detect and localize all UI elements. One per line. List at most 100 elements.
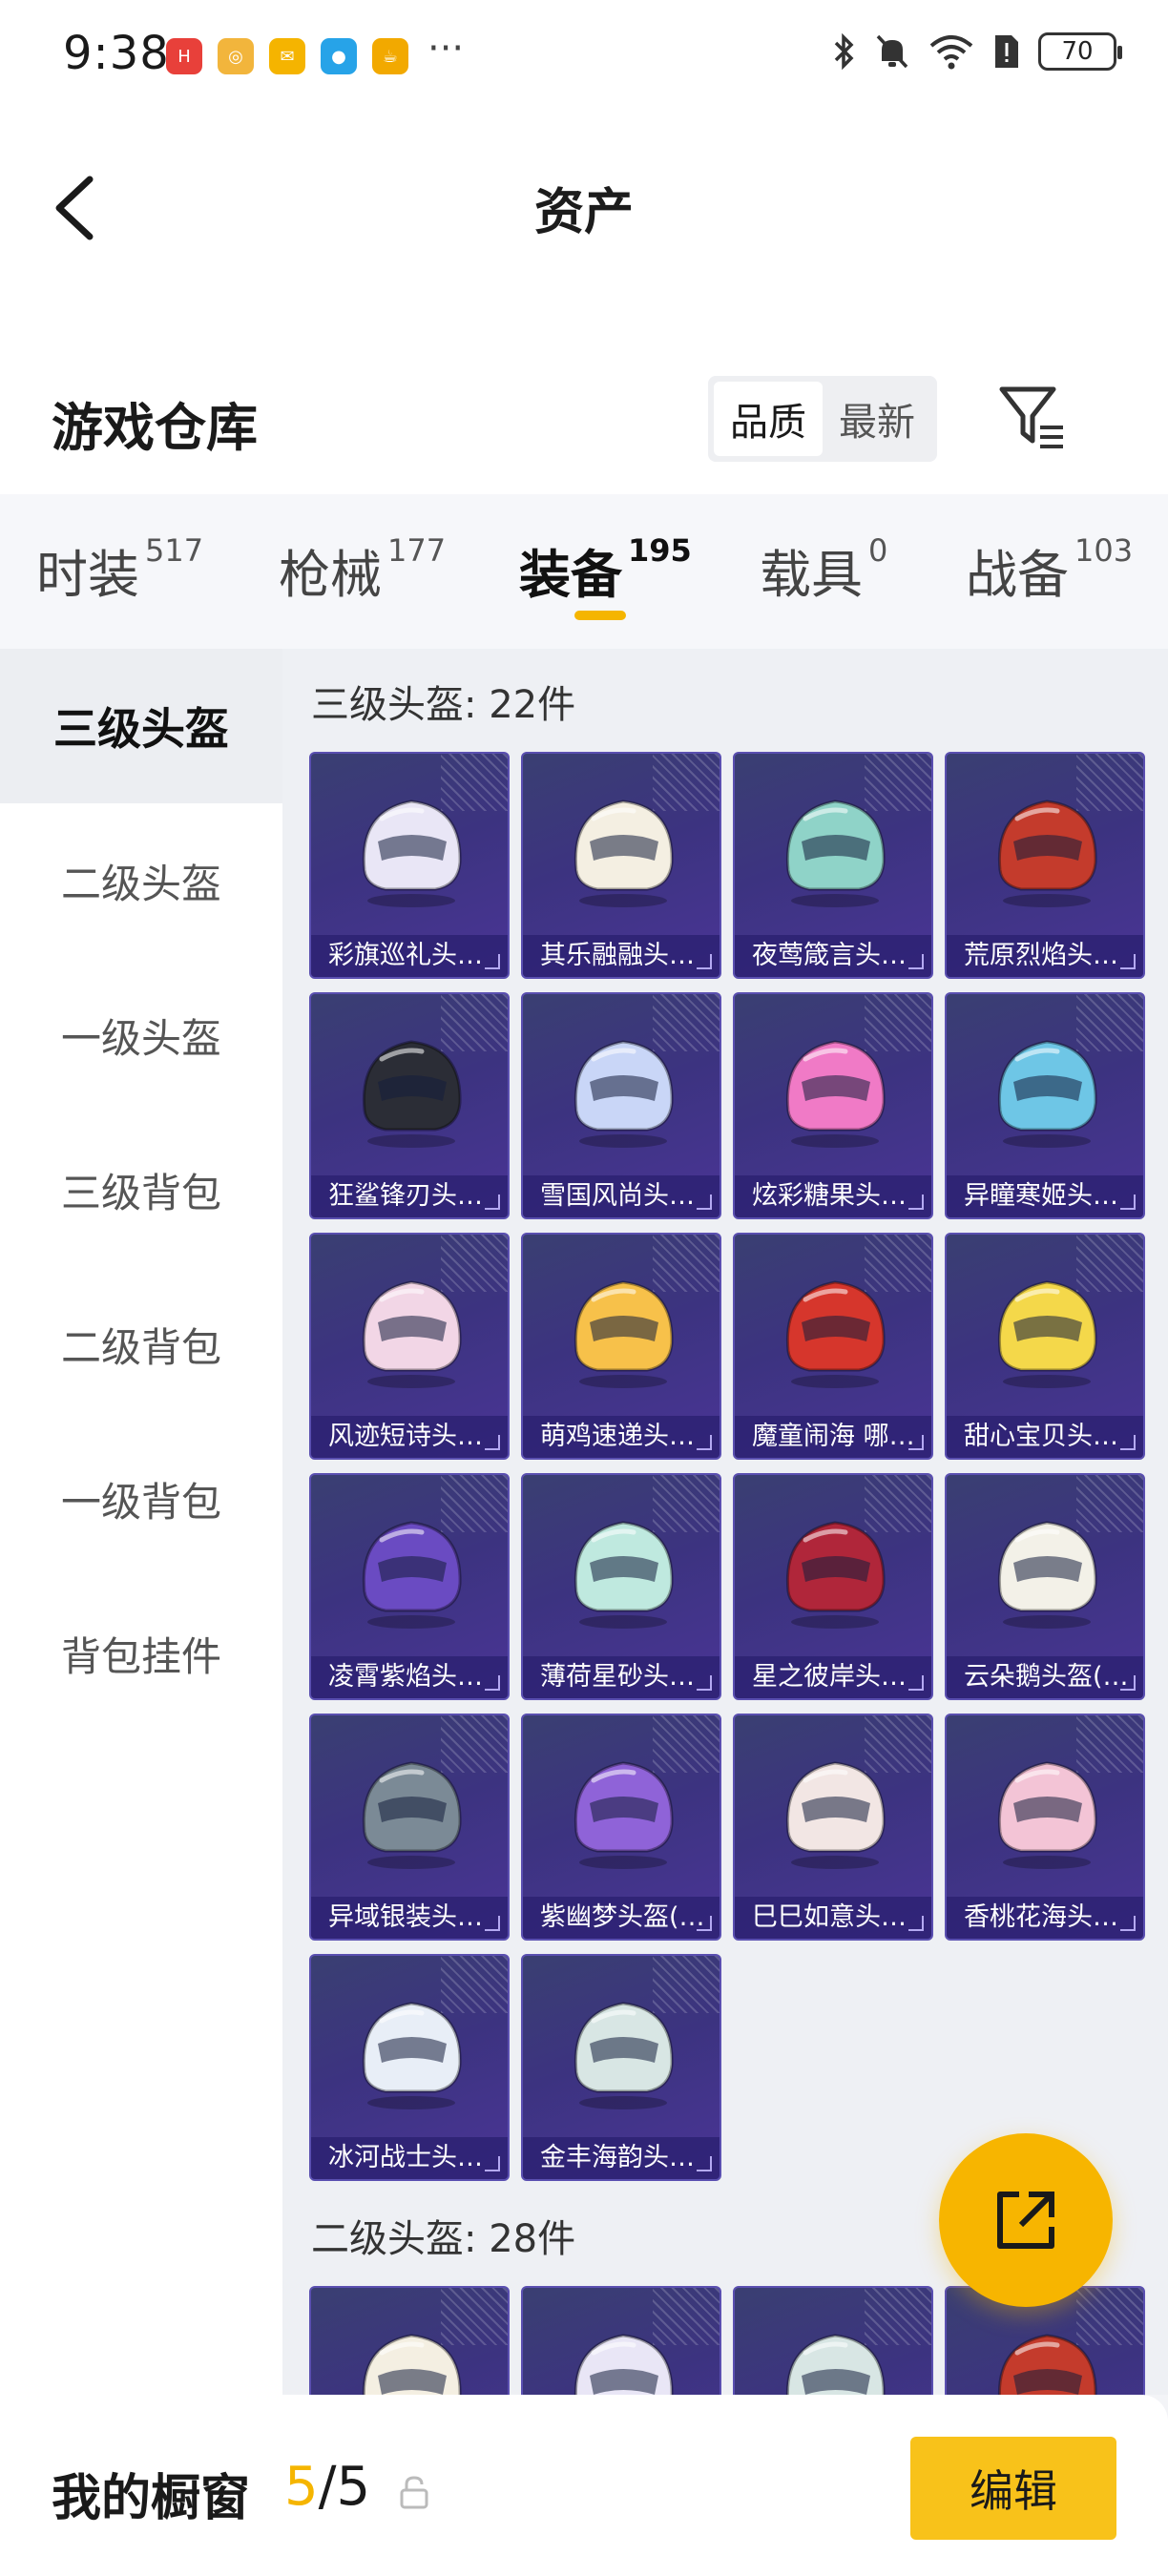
- item-name: 巳巳如意头…: [735, 1897, 931, 1939]
- item-card[interactable]: 狂鲨锋刃头…: [309, 992, 510, 1219]
- item-card[interactable]: 巳巳如意头…: [733, 1714, 933, 1941]
- helmet-icon: [574, 800, 674, 907]
- item-name: 金丰海韵头…: [523, 2137, 720, 2179]
- item-name: 冰河战士头…: [311, 2137, 508, 2179]
- tab-label: 时装: [36, 545, 139, 605]
- helmet-icon: [997, 1280, 1097, 1388]
- item-card[interactable]: 凌霄紫焰头…: [309, 1473, 510, 1700]
- item-card[interactable]: 薄荷星砂头…: [521, 1473, 721, 1700]
- filter-button[interactable]: [996, 382, 1069, 458]
- helmet-icon: [362, 2002, 462, 2109]
- helmet-icon: [785, 1761, 886, 1869]
- helmet-icon: [362, 1040, 462, 1148]
- status-bar: 9:38 H ◎ ✉ ● ☕ ··· 70: [0, 0, 1168, 113]
- screen: 9:38 H ◎ ✉ ● ☕ ··· 70 资产 游戏仓库 品质 最新 时装 51: [0, 0, 1168, 2576]
- item-name: 薄荷星砂头…: [523, 1656, 720, 1698]
- helmet-icon: [997, 1761, 1097, 1869]
- item-card[interactable]: 冰河战士头…: [309, 1954, 510, 2181]
- tab-count: 517: [145, 532, 204, 569]
- sort-quality-option[interactable]: 品质: [714, 382, 823, 456]
- item-card[interactable]: 夜莺箴言头…: [733, 752, 933, 979]
- sidebar-item[interactable]: 三级背包: [0, 1112, 282, 1267]
- item-name: 异瞳寒姬头…: [947, 1175, 1143, 1217]
- item-grid-area: 三级头盔: 22件 彩旗巡礼头… 其乐融融头… 夜莺箴言头… 荒原烈焰头… 狂鲨锋刃头……: [282, 649, 1168, 2513]
- edit-button[interactable]: 编辑: [910, 2437, 1116, 2540]
- tab-firearms[interactable]: 枪械 177: [279, 532, 446, 608]
- helmet-icon: [362, 1280, 462, 1388]
- item-card[interactable]: 魔童闹海 哪…: [733, 1233, 933, 1460]
- tab-vehicles[interactable]: 载具 0: [760, 532, 887, 608]
- sidebar-item[interactable]: 二级背包: [0, 1267, 282, 1422]
- helmet-icon: [362, 1521, 462, 1629]
- sidebar-item[interactable]: 一级头盔: [0, 958, 282, 1112]
- tab-equipment[interactable]: 装备 195: [519, 532, 692, 608]
- item-name: 魔童闹海 哪…: [735, 1416, 931, 1458]
- tab-label: 装备: [519, 545, 622, 605]
- showcase-title: 我的橱窗: [52, 2470, 251, 2527]
- tab-supplies[interactable]: 战备 103: [966, 532, 1133, 608]
- tab-fashion[interactable]: 时装 517: [36, 532, 203, 608]
- warehouse-bar: 游戏仓库 品质 最新: [0, 294, 1168, 494]
- item-name: 炫彩糖果头…: [735, 1175, 931, 1217]
- sidebar-item[interactable]: 一级背包: [0, 1422, 282, 1576]
- tab-label: 枪械: [279, 545, 382, 605]
- section-title-level2-helmet: 二级头盔: 28件: [311, 2217, 576, 2261]
- sort-newest-option[interactable]: 最新: [823, 382, 931, 456]
- lock-icon: [400, 2476, 428, 2509]
- showcase-count: 5/5: [284, 2456, 370, 2518]
- helmet-icon: [785, 800, 886, 907]
- item-card[interactable]: 金丰海韵头…: [521, 1954, 721, 2181]
- browser-app-icon: ●: [321, 38, 357, 74]
- item-card[interactable]: 其乐融融头…: [521, 752, 721, 979]
- item-name: 萌鸡速递头…: [523, 1416, 720, 1458]
- item-card[interactable]: 风迹短诗头…: [309, 1233, 510, 1460]
- sidebar-item[interactable]: 三级头盔: [0, 649, 282, 803]
- showcase-bar: 我的橱窗 5/5 编辑: [0, 2395, 1168, 2576]
- item-name: 香桃花海头…: [947, 1897, 1143, 1939]
- helmet-icon: [574, 1521, 674, 1629]
- item-card[interactable]: 荒原烈焰头…: [945, 752, 1145, 979]
- item-name: 狂鲨锋刃头…: [311, 1175, 508, 1217]
- item-card[interactable]: 甜心宝贝头…: [945, 1233, 1145, 1460]
- item-card[interactable]: 炫彩糖果头…: [733, 992, 933, 1219]
- item-card[interactable]: 彩旗巡礼头…: [309, 752, 510, 979]
- helmet-icon: [997, 800, 1097, 907]
- helmet-icon: [997, 1521, 1097, 1629]
- item-name: 雪国风尚头…: [523, 1175, 720, 1217]
- helmet-icon: [574, 1761, 674, 1869]
- item-card[interactable]: 萌鸡速递头…: [521, 1233, 721, 1460]
- item-card[interactable]: 异瞳寒姬头…: [945, 992, 1145, 1219]
- item-card[interactable]: 异域银装头…: [309, 1714, 510, 1941]
- item-name: 其乐融融头…: [523, 935, 720, 977]
- share-float-button[interactable]: [939, 2133, 1113, 2307]
- item-name: 彩旗巡礼头…: [311, 935, 508, 977]
- item-card[interactable]: 云朵鹅头盔(…: [945, 1473, 1145, 1700]
- sidebar-item[interactable]: 背包挂件: [0, 1576, 282, 1731]
- bluetooth-icon: [834, 32, 854, 71]
- more-notifications-icon: ···: [428, 27, 465, 71]
- helmet-icon: [997, 1040, 1097, 1148]
- nav-header: 资产: [0, 113, 1168, 294]
- item-card[interactable]: 雪国风尚头…: [521, 992, 721, 1219]
- subcategory-sidebar: 三级头盔 二级头盔 一级头盔 三级背包 二级背包 一级背包 背包挂件: [0, 649, 282, 2425]
- item-name: 星之彼岸头…: [735, 1656, 931, 1698]
- sidebar-item[interactable]: 二级头盔: [0, 803, 282, 958]
- item-name: 风迹短诗头…: [311, 1416, 508, 1458]
- item-card[interactable]: 紫幽梦头盔(…: [521, 1714, 721, 1941]
- category-tabs: 时装 517 枪械 177 装备 195 载具 0 战备 103: [0, 494, 1168, 649]
- item-card[interactable]: 星之彼岸头…: [733, 1473, 933, 1700]
- item-card[interactable]: 香桃花海头…: [945, 1714, 1145, 1941]
- helmet-icon: [785, 1280, 886, 1388]
- section-title-level3-helmet: 三级头盔: 22件: [311, 683, 576, 727]
- tab-count: 177: [387, 532, 447, 569]
- huawei-app-icon: H: [166, 38, 202, 74]
- item-name: 异域银装头…: [311, 1897, 508, 1939]
- helmet-icon: [574, 1280, 674, 1388]
- status-indicators: 70: [832, 32, 1122, 71]
- mute-bell-icon: [876, 34, 908, 69]
- item-name: 夜莺箴言头…: [735, 935, 931, 977]
- music-app-icon: ◎: [218, 38, 254, 74]
- helmet-icon: [574, 1040, 674, 1148]
- warehouse-title: 游戏仓库: [52, 398, 258, 458]
- mail-app-icon: ✉: [269, 38, 305, 74]
